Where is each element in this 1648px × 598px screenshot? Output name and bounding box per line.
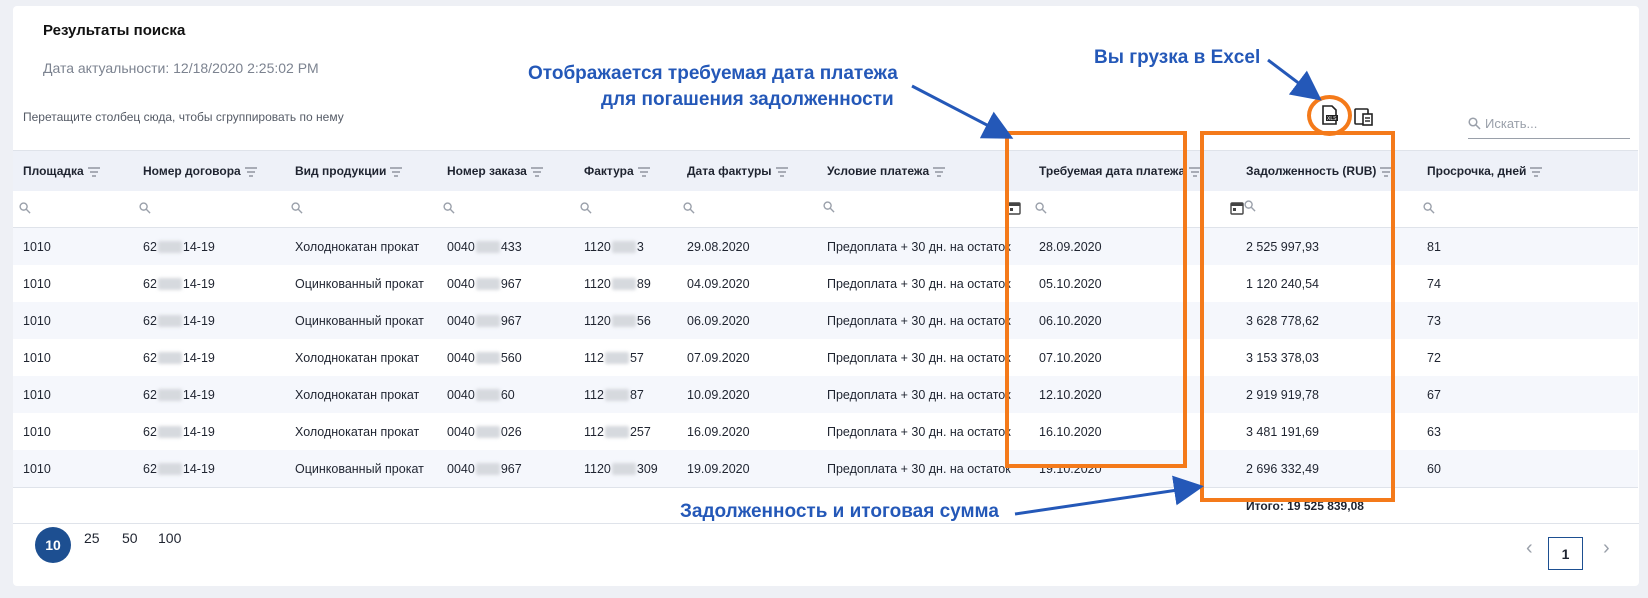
arrow-excel xyxy=(1267,58,1322,101)
annotation-arrows xyxy=(911,58,1322,516)
arrow-due-date xyxy=(911,84,1014,139)
arrow-debt xyxy=(1014,475,1204,516)
